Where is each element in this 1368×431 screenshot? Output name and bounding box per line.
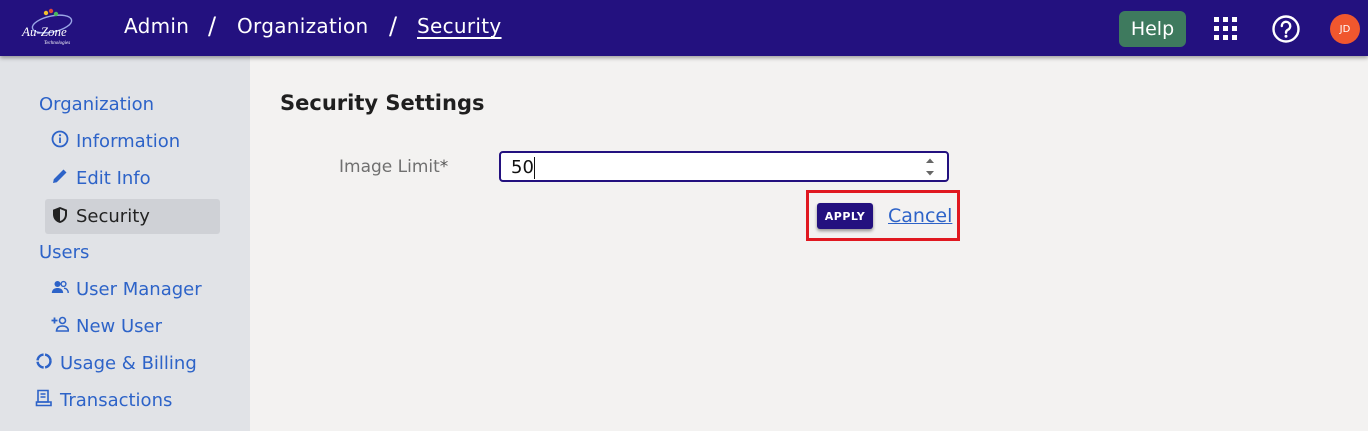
breadcrumb-security[interactable]: Security bbox=[417, 14, 502, 38]
donut-chart-icon bbox=[36, 352, 52, 369]
breadcrumb-separator: / bbox=[389, 12, 398, 40]
sidebar-item-label: Information bbox=[76, 131, 181, 152]
avatar[interactable]: JD bbox=[1330, 14, 1360, 44]
sidebar-item-label: Edit Info bbox=[76, 168, 151, 189]
svg-text:Au-Zone: Au-Zone bbox=[21, 24, 67, 39]
top-bar: Au-Zone Technologies Admin / Organizatio… bbox=[0, 0, 1368, 56]
users-icon bbox=[51, 280, 69, 293]
image-limit-label-text: Image Limit bbox=[339, 157, 440, 177]
sidebar-item-usage-billing[interactable]: Usage & Billing bbox=[35, 352, 197, 374]
receipt-icon bbox=[35, 389, 52, 406]
sidebar-item-edit-info[interactable]: Edit Info bbox=[51, 168, 151, 189]
shield-icon bbox=[53, 206, 67, 223]
decrement-arrow-icon[interactable] bbox=[926, 171, 934, 176]
add-user-icon bbox=[51, 316, 69, 332]
breadcrumb-separator: / bbox=[208, 12, 217, 40]
sidebar-item-new-user[interactable]: New User bbox=[51, 316, 162, 337]
image-limit-input[interactable]: 50 bbox=[499, 151, 949, 182]
sidebar-section-users[interactable]: Users bbox=[39, 242, 89, 263]
text-caret bbox=[534, 157, 535, 179]
svg-text:Technologies: Technologies bbox=[44, 41, 70, 46]
help-button[interactable]: Help bbox=[1119, 11, 1186, 47]
sidebar-item-transactions[interactable]: Transactions bbox=[35, 389, 173, 411]
sidebar-item-label: New User bbox=[76, 316, 163, 337]
sidebar-item-label: Usage & Billing bbox=[60, 353, 197, 374]
sidebar-item-label: Security bbox=[76, 206, 150, 227]
number-spinner[interactable] bbox=[925, 156, 935, 178]
sidebar-item-label: User Manager bbox=[76, 279, 202, 300]
image-limit-value: 50 bbox=[511, 157, 534, 178]
pencil-icon bbox=[53, 169, 67, 183]
sidebar-item-user-manager[interactable]: User Manager bbox=[51, 279, 202, 300]
image-limit-label: Image Limit* bbox=[339, 157, 448, 177]
required-mark: * bbox=[439, 157, 449, 177]
increment-arrow-icon[interactable] bbox=[926, 158, 934, 164]
au-zone-logo[interactable]: Au-Zone Technologies bbox=[18, 7, 84, 49]
sidebar-section-organization[interactable]: Organization bbox=[39, 94, 154, 115]
apply-button[interactable]: APPLY bbox=[817, 203, 873, 229]
page-title: Security Settings bbox=[280, 91, 485, 115]
cancel-link[interactable]: Cancel bbox=[888, 205, 952, 227]
sidebar-item-label: Transactions bbox=[60, 390, 173, 411]
apps-grid-icon[interactable] bbox=[1214, 17, 1237, 40]
breadcrumb-admin[interactable]: Admin bbox=[124, 14, 189, 38]
info-icon bbox=[51, 130, 69, 147]
breadcrumb-organization[interactable]: Organization bbox=[237, 14, 368, 38]
question-help-icon[interactable] bbox=[1271, 14, 1301, 44]
sidebar-item-security[interactable]: Security bbox=[45, 199, 220, 234]
sidebar-item-information[interactable]: Information bbox=[51, 130, 181, 152]
